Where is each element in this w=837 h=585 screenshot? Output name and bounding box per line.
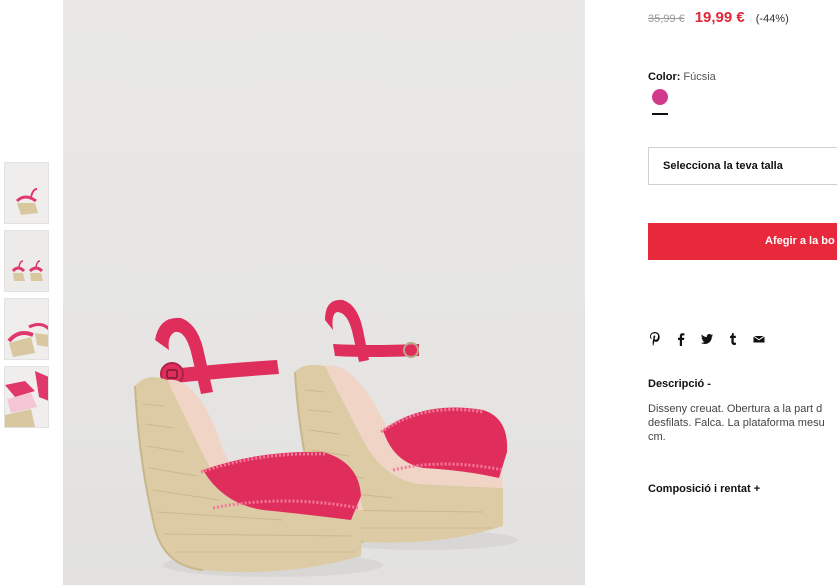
twitter-icon[interactable] — [700, 331, 714, 347]
facebook-icon[interactable] — [674, 331, 688, 347]
pinterest-icon[interactable] — [648, 331, 662, 347]
price-row: 35,99 € 19,99 € (-44%) — [648, 9, 789, 26]
size-select[interactable]: Selecciona la teva talla — [648, 147, 837, 185]
color-value: Fúcsia — [683, 71, 716, 83]
tumblr-icon[interactable] — [726, 331, 740, 347]
sale-price: 19,99 € — [694, 9, 745, 26]
thumbnail-gallery — [4, 162, 50, 434]
thumbnail-3[interactable] — [4, 298, 49, 360]
color-row: Color: Fúcsia — [648, 71, 716, 83]
old-price: 35,99 € — [648, 13, 685, 25]
thumbnail-1[interactable] — [4, 162, 49, 224]
thumbnail-2[interactable] — [4, 230, 49, 292]
add-to-bag-button[interactable]: Afegir a la bo — [648, 223, 837, 260]
description-toggle[interactable]: Descripció - — [648, 378, 711, 390]
description-line: Disseny creuat. Obertura a la part d — [648, 403, 823, 415]
discount-badge: (-44%) — [755, 13, 789, 25]
color-label: Color: — [648, 71, 681, 83]
email-icon[interactable] — [752, 331, 766, 347]
thumbnail-4[interactable] — [4, 366, 49, 428]
description-line: desfilats. Falca. La plataforma mesu — [648, 417, 825, 429]
description-line: cm. — [648, 431, 666, 443]
main-product-image — [63, 0, 585, 585]
color-swatch-fucsia[interactable] — [652, 89, 668, 105]
selected-swatch-indicator — [652, 113, 668, 115]
share-icons — [648, 331, 778, 347]
description-text: Disseny creuat. Obertura a la part d des… — [648, 402, 837, 444]
composition-toggle[interactable]: Composició i rentat + — [648, 483, 760, 495]
